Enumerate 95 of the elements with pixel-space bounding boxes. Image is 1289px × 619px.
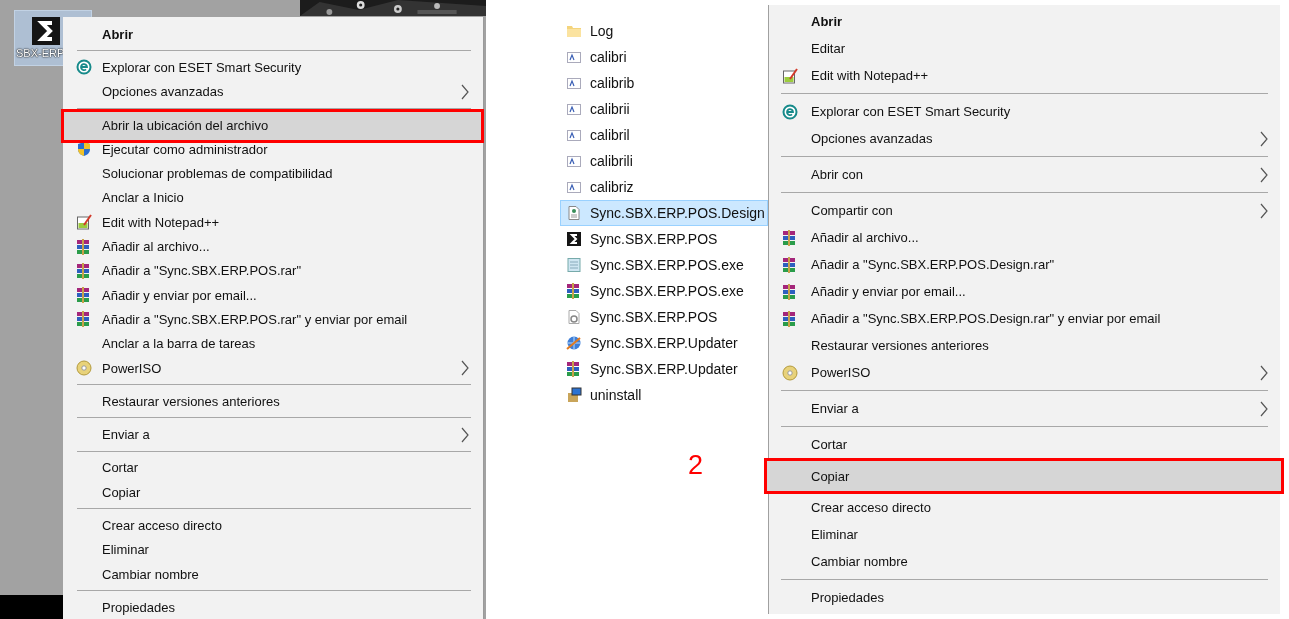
chevron-right-icon bbox=[1260, 130, 1268, 147]
globe-icon bbox=[566, 335, 582, 351]
file-item[interactable]: Sync.SBX.ERP.POS.exe bbox=[560, 278, 768, 304]
chevron-right-icon bbox=[1260, 202, 1268, 219]
file-item[interactable]: calibriz bbox=[560, 174, 768, 200]
shield-icon bbox=[75, 141, 92, 158]
menu-item[interactable]: Cortar bbox=[65, 455, 479, 481]
document-icon bbox=[566, 127, 582, 143]
file-item[interactable]: calibril bbox=[560, 122, 768, 148]
step-number: 2 bbox=[688, 450, 704, 481]
file-item[interactable]: uninstall bbox=[560, 382, 768, 408]
document-icon bbox=[566, 101, 582, 117]
menu-item[interactable]: Anclar a la barra de tareas bbox=[65, 331, 479, 356]
menu-item[interactable]: Abrir bbox=[769, 8, 1276, 35]
menu-item[interactable]: PowerISO bbox=[65, 355, 479, 381]
file-item[interactable]: Log bbox=[560, 18, 768, 44]
taskbar bbox=[0, 595, 63, 619]
file-item[interactable]: Sync.SBX.ERP.POS.exe bbox=[560, 252, 768, 278]
menu-item[interactable]: Anclar a Inicio bbox=[65, 185, 479, 211]
books-stack-icon bbox=[566, 361, 582, 377]
menu-item[interactable]: Enviar a bbox=[65, 422, 479, 447]
menu-item[interactable]: Crear acceso directo bbox=[769, 494, 1276, 521]
books-stack-icon bbox=[782, 310, 798, 327]
menu-item[interactable]: Eliminar bbox=[65, 537, 479, 562]
chevron-right-icon bbox=[1260, 400, 1268, 417]
menu-item[interactable]: Compartir con bbox=[769, 197, 1276, 224]
menu-item[interactable]: Propiedades bbox=[769, 584, 1276, 611]
file-item[interactable]: calibrili bbox=[560, 148, 768, 174]
folder-icon bbox=[566, 23, 582, 39]
menu-item[interactable]: Añadir a "Sync.SBX.ERP.POS.rar" bbox=[65, 258, 479, 283]
menu-item[interactable]: Crear acceso directo bbox=[65, 513, 479, 538]
books-stack-icon bbox=[75, 287, 92, 304]
menu-item[interactable]: Editar bbox=[769, 35, 1276, 62]
notebook-icon bbox=[566, 257, 582, 273]
document-icon bbox=[566, 49, 582, 65]
books-stack-icon bbox=[782, 256, 798, 273]
ring-icon bbox=[782, 103, 798, 120]
books-stack-icon bbox=[782, 283, 798, 300]
notepad-icon bbox=[782, 67, 798, 84]
menu-item[interactable]: Añadir a "Sync.SBX.ERP.POS.Design.rar" bbox=[769, 251, 1276, 278]
file-item[interactable]: calibrib bbox=[560, 70, 768, 96]
menu-item[interactable]: Añadir al archivo... bbox=[769, 224, 1276, 251]
menu-item[interactable]: PowerISO bbox=[769, 359, 1276, 386]
chevron-right-icon bbox=[1260, 364, 1268, 381]
books-stack-icon bbox=[75, 262, 92, 279]
chevron-right-icon bbox=[1260, 166, 1268, 183]
installer-icon bbox=[566, 387, 582, 403]
file-item[interactable]: Sync.SBX.ERP.POS bbox=[560, 226, 768, 252]
menu-item[interactable]: Añadir y enviar por email... bbox=[769, 278, 1276, 305]
menu-item[interactable]: Abrir con bbox=[769, 161, 1276, 188]
chevron-right-icon bbox=[461, 360, 469, 376]
menu-item[interactable]: Añadir y enviar por email... bbox=[65, 283, 479, 308]
file-item[interactable]: calibri bbox=[560, 44, 768, 70]
books-stack-icon bbox=[75, 311, 92, 328]
menu-item[interactable]: Propiedades bbox=[65, 595, 479, 619]
menu-item[interactable]: Cambiar nombre bbox=[769, 548, 1276, 575]
gear-file-icon bbox=[566, 309, 582, 325]
document-icon bbox=[566, 179, 582, 195]
menu-item[interactable]: Añadir al archivo... bbox=[65, 234, 479, 259]
menu-item[interactable]: Opciones avanzadas bbox=[769, 125, 1276, 152]
menu-item[interactable]: Edit with Notepad++ bbox=[769, 62, 1276, 89]
menu-item[interactable]: Cortar bbox=[769, 431, 1276, 458]
chevron-right-icon bbox=[461, 83, 469, 100]
file-item[interactable]: Sync.SBX.ERP.POS.Design bbox=[560, 200, 768, 226]
code-file-icon bbox=[566, 205, 582, 221]
app-icon bbox=[30, 15, 62, 47]
menu-item[interactable]: Opciones avanzadas bbox=[65, 79, 479, 104]
menu-item[interactable]: Copiar bbox=[764, 458, 1284, 494]
file-item[interactable]: Sync.SBX.ERP.POS bbox=[560, 304, 768, 330]
file-item[interactable]: calibrii bbox=[560, 96, 768, 122]
books-stack-icon bbox=[566, 283, 582, 299]
disc-icon bbox=[782, 364, 798, 381]
menu-item[interactable]: Restaurar versiones anteriores bbox=[65, 389, 479, 414]
menu-item[interactable]: Cambiar nombre bbox=[65, 561, 479, 587]
notepad-icon bbox=[75, 214, 92, 231]
ring-icon bbox=[75, 59, 92, 76]
menu-item[interactable]: Añadir a "Sync.SBX.ERP.POS.Design.rar" y enviar por email bbox=[769, 305, 1276, 332]
books-stack-icon bbox=[75, 238, 92, 255]
books-stack-icon bbox=[782, 229, 798, 246]
menu-item[interactable]: Añadir a "Sync.SBX.ERP.POS.rar" y enviar por email bbox=[65, 307, 479, 332]
menu-item[interactable]: Abrir la ubicación del archivo bbox=[61, 108, 484, 143]
chevron-right-icon bbox=[461, 426, 469, 443]
menu-item[interactable]: Eliminar bbox=[769, 521, 1276, 548]
app-icon bbox=[566, 231, 582, 247]
disc-icon bbox=[75, 360, 92, 376]
document-icon bbox=[566, 75, 582, 91]
menu-item[interactable]: Enviar a bbox=[769, 395, 1276, 422]
menu-item[interactable]: Edit with Notepad++ bbox=[65, 210, 479, 235]
menu-item[interactable]: Solucionar problemas de compatibilidad bbox=[65, 161, 479, 186]
menu-item[interactable]: Restaurar versiones anteriores bbox=[769, 332, 1276, 359]
menu-item[interactable]: Explorar con ESET Smart Security bbox=[769, 98, 1276, 125]
menu-item[interactable]: Copiar bbox=[65, 480, 479, 505]
file-item[interactable]: Sync.SBX.ERP.Updater bbox=[560, 356, 768, 382]
file-item[interactable]: Sync.SBX.ERP.Updater bbox=[560, 330, 768, 356]
document-icon bbox=[566, 153, 582, 169]
